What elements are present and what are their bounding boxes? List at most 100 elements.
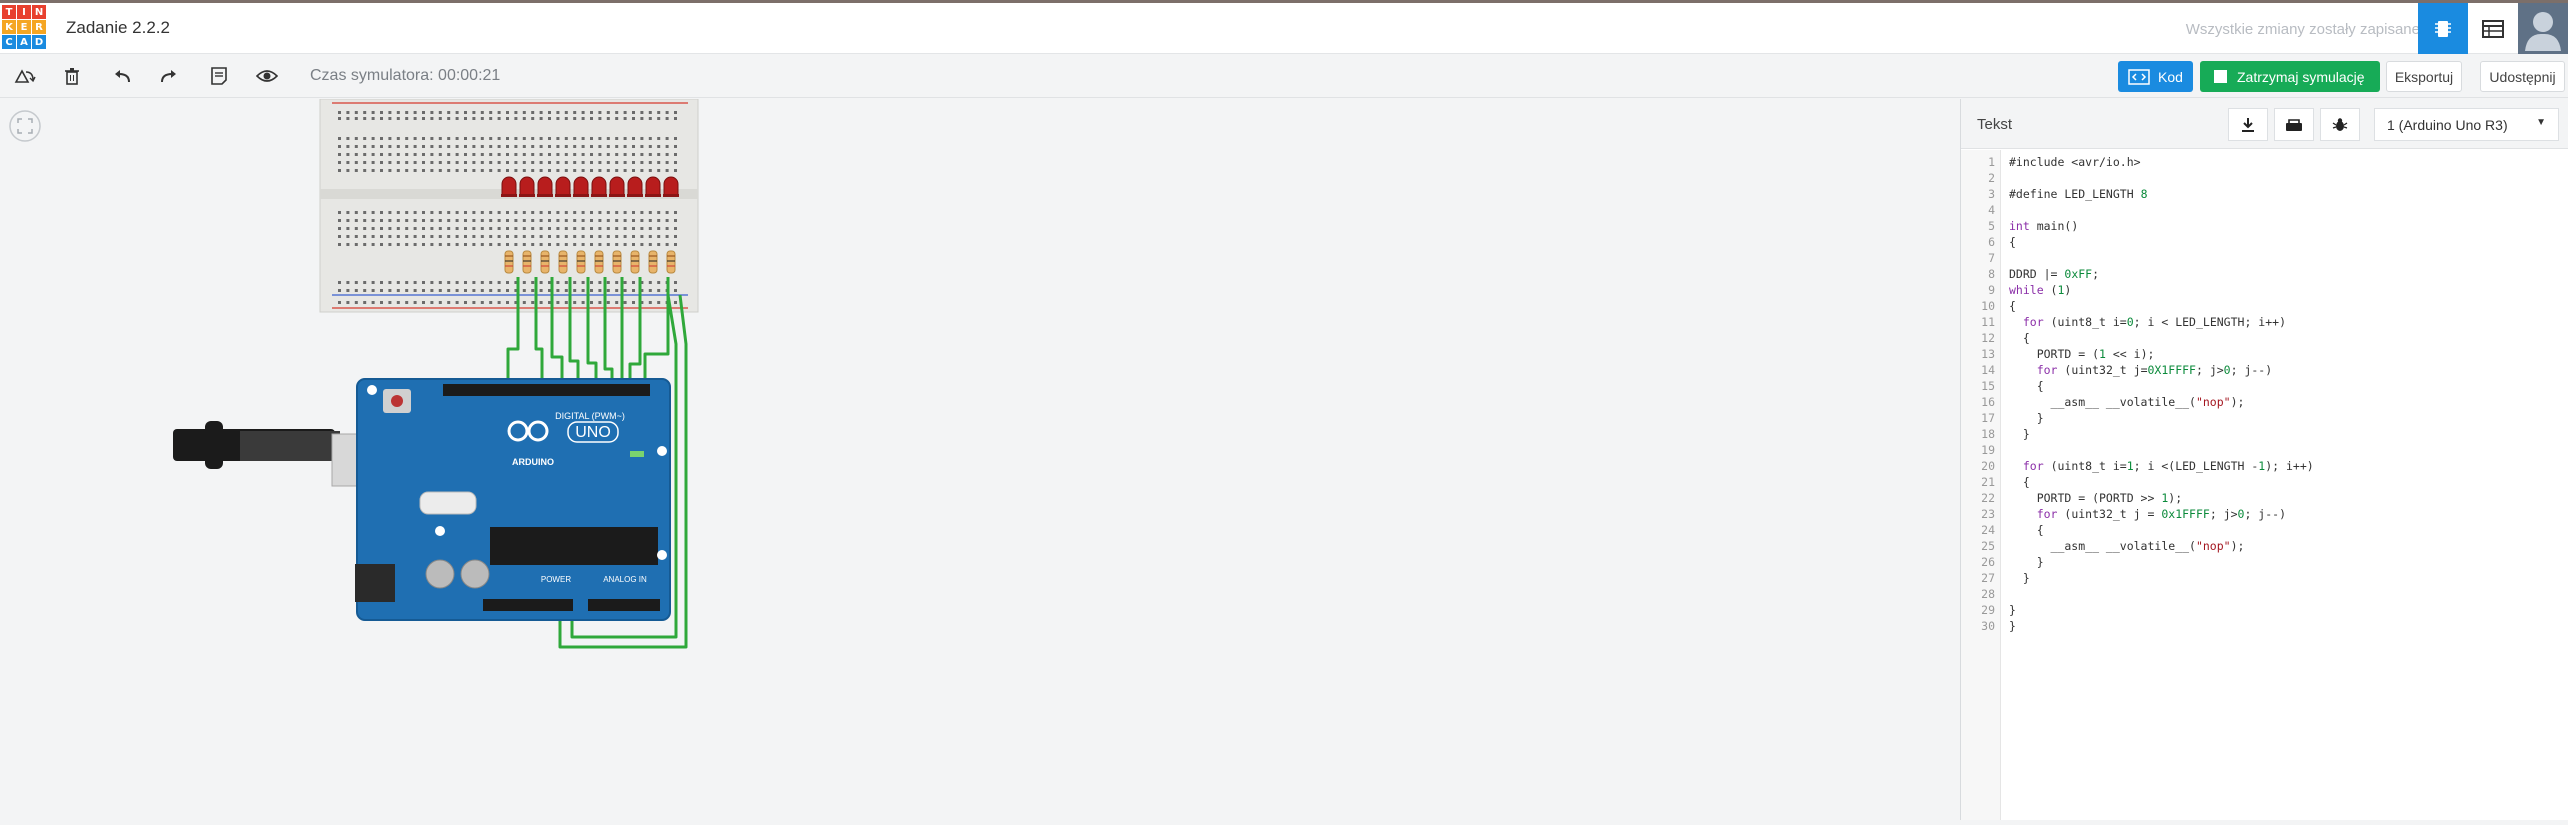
- code-text: #include <avr/io.h>: [2009, 155, 2141, 169]
- code-button-label: Kod: [2158, 68, 2183, 85]
- download-icon: [2242, 117, 2254, 132]
- simulator-time: Czas symulatora: 00:00:21: [310, 67, 501, 84]
- stop-simulation-label: Zatrzymaj symulację: [2237, 68, 2365, 85]
- logo-letter: I: [17, 5, 31, 19]
- libraries-button[interactable]: [2274, 108, 2314, 141]
- uno-label: UNO: [575, 424, 611, 441]
- code-line: 8 DDRD |= 0xFF;: [1961, 266, 2568, 282]
- board-select[interactable]: 1 (Arduino Uno R3) ▼: [2374, 108, 2559, 141]
- code-line: 13 PORTD = (1 << i);: [1961, 346, 2568, 362]
- line-number: 18: [1981, 427, 1995, 441]
- code-line: 6{: [1961, 234, 2568, 250]
- line-number: 10: [1981, 299, 1995, 313]
- logo-letter: N: [32, 5, 46, 19]
- visibility-button[interactable]: [252, 62, 282, 90]
- line-number: 14: [1981, 363, 1995, 377]
- code-text: {: [2009, 331, 2030, 345]
- code-text: {: [2009, 523, 2044, 537]
- line-number: 28: [1981, 587, 1995, 601]
- code-text: for (uint32_t j=0X1FFFF; j>0; j--): [2036, 363, 2273, 377]
- stop-simulation-button[interactable]: Zatrzymaj symulację: [2200, 61, 2380, 92]
- undo-icon: [115, 70, 130, 83]
- line-number: 20: [1981, 459, 1995, 473]
- code-line: 5 int main(): [1961, 218, 2568, 234]
- code-line: 19: [1961, 442, 2568, 458]
- line-number: 15: [1981, 379, 1995, 393]
- line-number: 22: [1981, 491, 1995, 505]
- code-line: 27 }: [1961, 570, 2568, 586]
- project-title[interactable]: Zadanie 2.2.2: [66, 18, 170, 38]
- code-line: 22 PORTD = (PORTD >> 1);: [1961, 490, 2568, 506]
- list-view-button[interactable]: [2468, 3, 2518, 54]
- code-text: PORTD = (PORTD >> 1);: [2009, 491, 2183, 505]
- line-number: 7: [1988, 251, 1995, 265]
- line-number: 23: [1981, 507, 1995, 521]
- library-icon: [2286, 118, 2302, 131]
- line-number: 30: [1981, 619, 1995, 633]
- line-number: 26: [1981, 555, 1995, 569]
- digital-label: DIGITAL (PWM~): [555, 411, 625, 421]
- undo-button[interactable]: [107, 62, 137, 90]
- line-number: 5: [1988, 219, 1995, 233]
- code-text: __asm__ __volatile__("nop");: [2009, 395, 2245, 409]
- user-avatar[interactable]: [2518, 3, 2568, 54]
- chevron-down-icon: ▼: [2536, 117, 2546, 128]
- logo-letter: A: [17, 35, 31, 49]
- code-line: 3 #define LED_LENGTH 8: [1961, 186, 2568, 202]
- code-line: 11 for (uint8_t i=0; i < LED_LENGTH; i++…: [1961, 314, 2568, 330]
- line-number: 2: [1988, 171, 1995, 185]
- stop-icon: [2214, 70, 2227, 83]
- notes-button[interactable]: [204, 62, 234, 90]
- code-icon: [2128, 68, 2150, 85]
- code-line: 9 while (1): [1961, 282, 2568, 298]
- code-line: 21 {: [1961, 474, 2568, 490]
- code-line: 29}: [1961, 602, 2568, 618]
- tinkercad-logo[interactable]: TIN KER CAD: [2, 5, 46, 51]
- code-line: 7: [1961, 250, 2568, 266]
- code-line: 28: [1961, 586, 2568, 602]
- code-text: PORTD = (1 << i);: [2009, 347, 2155, 361]
- code-text: }: [2009, 603, 2016, 617]
- redo-button[interactable]: [154, 62, 184, 90]
- code-text: {: [2009, 235, 2016, 249]
- logo-letter: E: [17, 20, 31, 34]
- download-code-button[interactable]: [2228, 108, 2268, 141]
- circuit-view-button[interactable]: [2418, 3, 2468, 54]
- arduino-label: ARDUINO: [512, 457, 554, 467]
- code-editor[interactable]: 1 #include <avr/io.h> 2 3 #define LED_LENGTH…: [1961, 150, 2568, 820]
- code-text: }: [2009, 571, 2030, 585]
- debugger-button[interactable]: [2320, 108, 2360, 141]
- circuit-canvas[interactable]: UNO ARDUINO DIGITAL (PWM~) POWER ANALOG …: [0, 98, 1960, 820]
- code-mode-label[interactable]: Tekst: [1977, 116, 2012, 133]
- avatar-icon: [2525, 11, 2561, 51]
- code-button[interactable]: Kod: [2118, 61, 2193, 92]
- trash-icon: [65, 68, 79, 85]
- rotate-button[interactable]: [10, 62, 40, 90]
- share-button[interactable]: Udostępnij: [2480, 61, 2565, 92]
- code-line: 1 #include <avr/io.h>: [1961, 154, 2568, 170]
- line-number: 4: [1988, 203, 1995, 217]
- table-icon: [2482, 19, 2504, 38]
- line-number: 1: [1988, 155, 1995, 169]
- code-text: while (1): [2009, 283, 2072, 297]
- export-button[interactable]: Eksportuj: [2386, 61, 2462, 92]
- code-text: #define LED_LENGTH 8: [2009, 187, 2148, 201]
- redo-icon: [161, 70, 176, 83]
- line-number: 11: [1981, 315, 1995, 329]
- code-line: 12 {: [1961, 330, 2568, 346]
- line-number: 29: [1981, 603, 1995, 617]
- line-number: 16: [1981, 395, 1995, 409]
- line-number: 27: [1981, 571, 1995, 585]
- rotate-icon: [14, 69, 36, 83]
- code-line: 4: [1961, 202, 2568, 218]
- zoom-fit-button[interactable]: [9, 110, 41, 142]
- code-text: {: [2009, 299, 2016, 313]
- code-text: __asm__ __volatile__("nop");: [2009, 539, 2245, 553]
- arduino-uno-board[interactable]: UNO ARDUINO DIGITAL (PWM~) POWER ANALOG …: [173, 378, 671, 621]
- code-line: 14 for (uint32_t j=0X1FFFF; j>0; j--): [1961, 362, 2568, 378]
- delete-button[interactable]: [57, 62, 87, 90]
- code-text: DDRD |= 0xFF;: [2009, 267, 2100, 281]
- line-number: 6: [1988, 235, 1995, 249]
- code-line: 20 for (uint8_t i=1; i <(LED_LENGTH -1);…: [1961, 458, 2568, 474]
- line-number: 3: [1988, 187, 1995, 201]
